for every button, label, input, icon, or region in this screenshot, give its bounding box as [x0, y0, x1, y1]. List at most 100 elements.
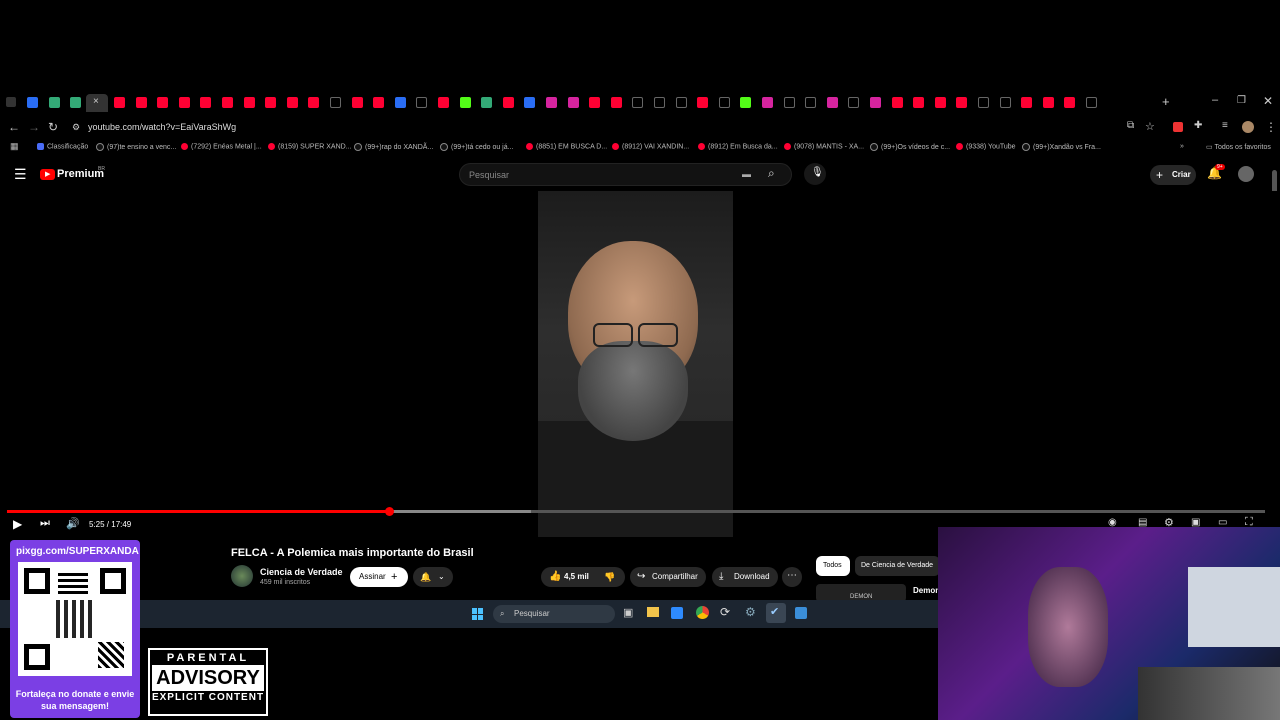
tab[interactable] — [416, 97, 428, 108]
profile-avatar[interactable] — [1242, 121, 1254, 133]
tab[interactable] — [826, 97, 838, 108]
tab[interactable] — [675, 97, 687, 108]
tab[interactable] — [459, 97, 471, 108]
site-info-icon[interactable]: ⚙ — [72, 122, 80, 133]
tab[interactable] — [848, 97, 860, 108]
bookmark-item[interactable]: (8912) VAI XANDIN... — [612, 143, 689, 150]
tab[interactable] — [632, 97, 644, 108]
media-icon[interactable]: ≡ — [1222, 120, 1228, 131]
tab[interactable] — [805, 97, 817, 108]
app-icon[interactable] — [795, 607, 807, 619]
tab[interactable] — [546, 97, 557, 108]
bookmark-item[interactable]: (8159) SUPER XAND... — [268, 143, 352, 150]
tab[interactable] — [49, 97, 60, 108]
bookmark-item[interactable]: Classificação — [37, 143, 88, 150]
tab[interactable] — [394, 97, 406, 108]
tab[interactable] — [373, 97, 385, 108]
tab[interactable] — [243, 97, 255, 108]
tab[interactable] — [567, 97, 579, 108]
bookmark-item[interactable]: (9078) MANTIS - XA... — [784, 143, 864, 150]
maximize-button[interactable]: ❐ — [1237, 95, 1246, 106]
window-close-button[interactable]: ✕ — [1263, 94, 1273, 108]
tab[interactable] — [308, 97, 320, 108]
download-button[interactable]: ⤓ Download — [712, 567, 778, 587]
play-icon[interactable]: ▶ — [13, 517, 22, 531]
next-icon[interactable]: ⏭ — [40, 517, 50, 530]
tab[interactable] — [265, 97, 277, 108]
hamburger-menu-icon[interactable]: ☰ — [14, 166, 27, 183]
tab[interactable] — [1064, 97, 1076, 108]
app-icon[interactable]: ⟳ — [720, 605, 730, 619]
tab[interactable] — [286, 97, 298, 108]
new-tab-button[interactable]: + — [1162, 94, 1170, 109]
tab[interactable] — [999, 97, 1011, 108]
search-input[interactable]: Pesquisar ▬ — [459, 163, 792, 186]
bookmark-item[interactable]: (8912) Em Busca da... — [698, 143, 778, 150]
close-icon[interactable]: × — [93, 96, 99, 107]
apps-icon[interactable]: ▦ — [10, 141, 19, 152]
tab[interactable] — [114, 97, 125, 108]
tab[interactable] — [438, 97, 449, 108]
video-player[interactable]: ▶ ⏭ 🔊 5:25 / 17:49 ◉ ▤ ⚙ ▣ ▭ ⛶ — [0, 191, 1280, 537]
bookmark-item[interactable]: (99+)rap do XANDÃ... — [354, 143, 433, 151]
volume-icon[interactable]: 🔊 — [66, 517, 80, 530]
forward-icon[interactable]: → — [28, 120, 40, 134]
tab[interactable] — [740, 97, 752, 108]
task-view-icon[interactable]: ▣ — [623, 606, 633, 619]
tab[interactable] — [222, 97, 233, 108]
chip-channel[interactable]: De Ciencia de Verdade — [855, 556, 940, 576]
bookmark-item[interactable]: (8851) EM BUSCA D... — [526, 143, 607, 150]
file-explorer-icon[interactable] — [647, 607, 659, 617]
tab[interactable] — [610, 97, 622, 108]
account-avatar[interactable] — [1238, 166, 1254, 182]
tab[interactable] — [135, 97, 147, 108]
bookmark-item[interactable]: (99+)tá cedo ou já... — [440, 143, 513, 151]
settings-icon[interactable]: ⚙ — [745, 605, 756, 619]
star-icon[interactable]: ☆ — [1145, 120, 1155, 133]
share-button[interactable]: ↪ Compartilhar — [630, 567, 706, 587]
tab[interactable] — [502, 97, 514, 108]
progress-bar[interactable] — [7, 507, 1265, 516]
bookmark-item[interactable]: (7292) Enéas Metal |... — [181, 143, 262, 150]
dislike-icon[interactable]: 👎 — [604, 567, 615, 587]
steam-icon[interactable]: ✔ — [766, 603, 786, 623]
progress-scrubber[interactable] — [385, 507, 395, 516]
tab-search-button[interactable] — [6, 97, 16, 107]
tab[interactable] — [70, 97, 81, 108]
tab[interactable] — [1042, 97, 1054, 108]
tab[interactable] — [697, 97, 709, 108]
puzzle-icon[interactable]: ✚ — [1194, 120, 1202, 131]
extension-icon[interactable] — [1173, 122, 1183, 132]
tab[interactable] — [1021, 97, 1033, 108]
tab[interactable] — [934, 97, 946, 108]
tab[interactable] — [481, 97, 493, 108]
tab[interactable] — [589, 97, 601, 108]
tab[interactable] — [913, 97, 925, 108]
subscribe-button[interactable]: Assinar + — [350, 567, 408, 587]
search-icon[interactable]: ⌕ — [768, 166, 775, 181]
tab[interactable] — [524, 97, 536, 108]
tab-active[interactable]: × — [86, 94, 108, 112]
tab[interactable] — [783, 97, 795, 108]
youtube-logo-icon[interactable]: ▶ — [40, 169, 55, 180]
more-actions-button[interactable]: ⋯ — [782, 567, 802, 587]
tab[interactable] — [1086, 97, 1097, 108]
create-button[interactable]: + Criar — [1150, 165, 1196, 185]
tab[interactable] — [654, 97, 665, 108]
tab[interactable] — [157, 97, 169, 108]
chrome-icon[interactable] — [696, 606, 709, 619]
channel-name[interactable]: Ciencia de Verdade — [260, 567, 343, 577]
tab[interactable] — [956, 97, 968, 108]
all-bookmarks[interactable]: ▭ Todos os favoritos — [1206, 143, 1271, 151]
voice-search-button[interactable]: 🎙 — [804, 163, 826, 185]
tab[interactable] — [978, 97, 989, 108]
tab[interactable] — [330, 97, 341, 108]
more-bookmarks-icon[interactable]: » — [1180, 143, 1184, 150]
tab[interactable] — [351, 97, 363, 108]
keyboard-icon[interactable]: ▬ — [742, 169, 751, 179]
reload-icon[interactable]: ↻ — [48, 120, 58, 134]
menu-icon[interactable]: ⋮ — [1265, 120, 1277, 134]
tab[interactable] — [200, 97, 212, 108]
store-icon[interactable] — [671, 607, 683, 619]
tab[interactable] — [178, 97, 190, 108]
